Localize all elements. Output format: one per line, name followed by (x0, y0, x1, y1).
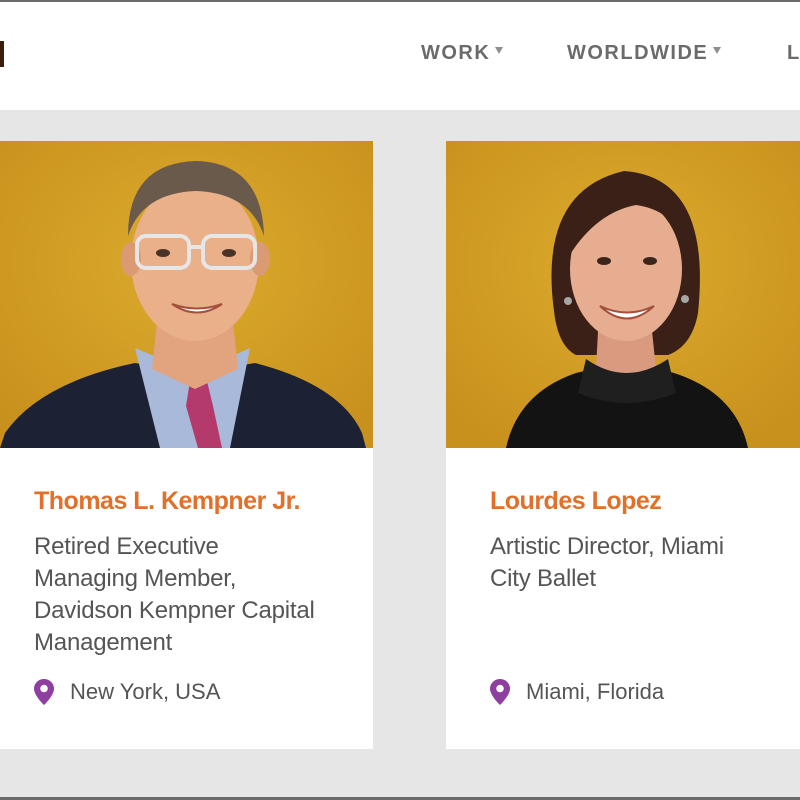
nav-work[interactable]: WORK (421, 42, 504, 65)
person-card[interactable]: Thomas L. Kempner Jr. Retired Executive … (0, 141, 373, 749)
location-label: New York, USA (70, 679, 221, 704)
person-title-line: City Ballet (490, 565, 596, 592)
portrait-photo (0, 141, 373, 448)
caret-down-icon (495, 47, 504, 54)
location: Miami, Florida (490, 679, 664, 705)
person-card[interactable]: Lourdes Lopez Artistic Director, Miami C… (446, 141, 800, 749)
portrait-photo (446, 141, 800, 448)
person-title-line: Management (34, 629, 173, 656)
location-pin-icon (34, 679, 54, 705)
person-title: Retired Executive Managing Member, David… (34, 531, 354, 659)
person-title: Artistic Director, Miami City Ballet (490, 531, 790, 595)
location: New York, USA (34, 679, 220, 705)
site-header: WORK WORLDWIDE L (0, 2, 800, 110)
nav-worldwide[interactable]: WORLDWIDE (567, 42, 722, 65)
person-name[interactable]: Thomas L. Kempner Jr. (34, 487, 300, 516)
location-pin-icon (490, 679, 510, 705)
nav-truncated[interactable]: L (787, 42, 800, 65)
nav-truncated-label: L (787, 42, 800, 64)
person-title-line: Davidson Kempner Capital (34, 597, 315, 624)
caret-down-icon (713, 47, 722, 54)
person-title-line: Retired Executive (34, 533, 219, 560)
main-nav: WORK WORLDWIDE L (0, 42, 800, 70)
person-name[interactable]: Lourdes Lopez (490, 487, 662, 516)
person-title-line: Managing Member, (34, 565, 237, 592)
location-label: Miami, Florida (526, 679, 665, 704)
nav-work-label: WORK (421, 42, 491, 64)
person-title-line: Artistic Director, Miami (490, 533, 724, 560)
nav-worldwide-label: WORLDWIDE (567, 42, 709, 64)
